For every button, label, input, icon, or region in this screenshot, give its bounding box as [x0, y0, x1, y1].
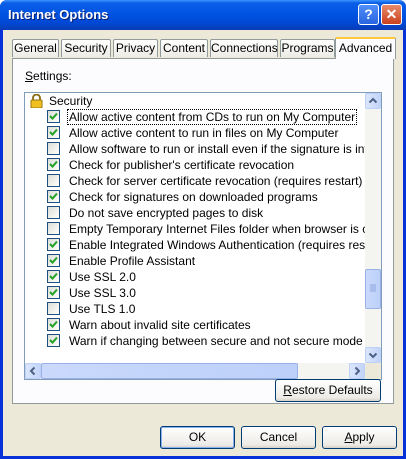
- restore-defaults-rest: estore Defaults: [291, 383, 373, 397]
- chevron-left-icon: [29, 366, 36, 376]
- vertical-scrollbar[interactable]: [365, 93, 381, 363]
- checkmark-icon: [49, 192, 58, 200]
- setting-label: Allow software to run or install even if…: [69, 142, 365, 156]
- cancel-button[interactable]: Cancel: [241, 426, 316, 449]
- scroll-down-button[interactable]: [365, 347, 381, 363]
- setting-label: Check for publisher's certificate revoca…: [69, 158, 295, 172]
- checkmark-icon: [49, 160, 58, 168]
- setting-row[interactable]: Use SSL 2.0: [25, 269, 365, 285]
- checkmark-icon: [49, 320, 58, 328]
- checkbox[interactable]: [47, 286, 60, 299]
- checkmark-icon: [49, 336, 58, 344]
- window-title: Internet Options: [8, 7, 109, 22]
- setting-label: Allow active content from CDs to run on …: [66, 109, 358, 125]
- title-bar[interactable]: Internet Options ? ✕: [0, 0, 406, 30]
- checkmark-icon: [49, 256, 58, 264]
- setting-row[interactable]: Use TLS 1.0: [25, 301, 365, 317]
- chevron-down-icon: [368, 352, 378, 359]
- scrollbar-corner: [365, 363, 381, 379]
- checkmark-icon: [49, 128, 58, 136]
- apply-rest: pply: [352, 430, 375, 444]
- checkbox[interactable]: [47, 110, 60, 123]
- tab-privacy[interactable]: Privacy: [113, 39, 158, 57]
- setting-label: Enable Profile Assistant: [69, 254, 196, 268]
- dialog-client-area: General Security Privacy Content Connect…: [3, 30, 403, 456]
- checkmark-icon: [49, 240, 58, 248]
- help-button[interactable]: ?: [358, 4, 379, 25]
- setting-label: Warn about invalid site certificates: [69, 318, 251, 332]
- checkbox[interactable]: [47, 158, 60, 171]
- setting-row[interactable]: Do not save encrypted pages to disk: [25, 205, 365, 221]
- tab-general[interactable]: General: [12, 39, 59, 57]
- tab-security[interactable]: Security: [61, 39, 111, 57]
- tab-content[interactable]: Content: [160, 39, 208, 57]
- section-header-security: Security: [25, 93, 365, 109]
- settings-listbox[interactable]: Security Allow active content from CDs t…: [24, 92, 382, 380]
- checkbox[interactable]: [47, 238, 60, 251]
- checkbox[interactable]: [47, 126, 60, 139]
- setting-label: Warn if changing between secure and not …: [69, 334, 363, 348]
- horizontal-scroll-thumb[interactable]: [41, 363, 298, 379]
- vertical-scroll-thumb[interactable]: [365, 269, 381, 309]
- checkbox[interactable]: [47, 190, 60, 203]
- setting-row[interactable]: Check for signatures on downloaded progr…: [25, 189, 365, 205]
- checkmark-icon: [49, 272, 58, 280]
- scroll-right-button[interactable]: [349, 363, 365, 379]
- setting-label: Allow active content to run in files on …: [69, 126, 339, 140]
- tab-advanced[interactable]: Advanced: [335, 37, 396, 59]
- chevron-right-icon: [354, 366, 361, 376]
- section-label: Security: [49, 94, 93, 108]
- setting-label: Use SSL 2.0: [69, 270, 136, 284]
- settings-label: Settings:: [25, 69, 72, 83]
- checkbox[interactable]: [47, 206, 60, 219]
- setting-row[interactable]: Allow active content from CDs to run on …: [25, 109, 365, 125]
- chevron-up-icon: [368, 97, 378, 104]
- checkbox[interactable]: [47, 174, 60, 187]
- checkbox[interactable]: [47, 142, 60, 155]
- close-button[interactable]: ✕: [381, 4, 402, 25]
- setting-label: Empty Temporary Internet Files folder wh…: [69, 222, 365, 236]
- advanced-tab-panel: Settings: Security Allow active content …: [12, 58, 394, 404]
- grip-icon: [370, 284, 376, 292]
- tab-connections[interactable]: Connections: [210, 39, 278, 57]
- settings-label-rest: ettings:: [33, 69, 72, 83]
- setting-label: Check for server certificate revocation …: [69, 174, 363, 188]
- checkbox[interactable]: [47, 270, 60, 283]
- settings-label-accel: S: [25, 69, 34, 83]
- setting-row[interactable]: Check for server certificate revocation …: [25, 173, 365, 189]
- tab-programs[interactable]: Programs: [280, 39, 335, 57]
- checkbox[interactable]: [47, 254, 60, 267]
- restore-defaults-button[interactable]: Restore Defaults: [275, 379, 381, 402]
- apply-accel: A: [344, 430, 353, 444]
- checkmark-icon: [49, 288, 58, 296]
- settings-rows: Security Allow active content from CDs t…: [25, 93, 365, 363]
- scroll-left-button[interactable]: [25, 363, 41, 379]
- setting-row[interactable]: Check for publisher's certificate revoca…: [25, 157, 365, 173]
- setting-row[interactable]: Warn if changing between secure and not …: [25, 333, 365, 349]
- checkmark-icon: [49, 112, 58, 120]
- apply-button[interactable]: Apply: [322, 426, 397, 449]
- setting-label: Do not save encrypted pages to disk: [69, 206, 264, 220]
- setting-row[interactable]: Enable Profile Assistant: [25, 253, 365, 269]
- setting-row[interactable]: Empty Temporary Internet Files folder wh…: [25, 221, 365, 237]
- ok-button[interactable]: OK: [160, 426, 235, 449]
- setting-row[interactable]: Allow software to run or install even if…: [25, 141, 365, 157]
- setting-row[interactable]: Allow active content to run in files on …: [25, 125, 365, 141]
- restore-defaults-accel: R: [283, 383, 292, 397]
- checkbox[interactable]: [47, 222, 60, 235]
- checkbox[interactable]: [47, 334, 60, 347]
- checkbox[interactable]: [47, 302, 60, 315]
- setting-row[interactable]: Warn about invalid site certificates: [25, 317, 365, 333]
- horizontal-scrollbar[interactable]: [25, 363, 365, 379]
- checkbox[interactable]: [47, 318, 60, 331]
- setting-label: Use TLS 1.0: [69, 302, 136, 316]
- setting-row[interactable]: Enable Integrated Windows Authentication…: [25, 237, 365, 253]
- setting-label: Enable Integrated Windows Authentication…: [69, 238, 365, 252]
- setting-label: Check for signatures on downloaded progr…: [69, 190, 318, 204]
- setting-row[interactable]: Use SSL 3.0: [25, 285, 365, 301]
- setting-label: Use SSL 3.0: [69, 286, 136, 300]
- scroll-up-button[interactable]: [365, 93, 381, 109]
- internet-options-window: Internet Options ? ✕ General Security Pr…: [0, 0, 406, 459]
